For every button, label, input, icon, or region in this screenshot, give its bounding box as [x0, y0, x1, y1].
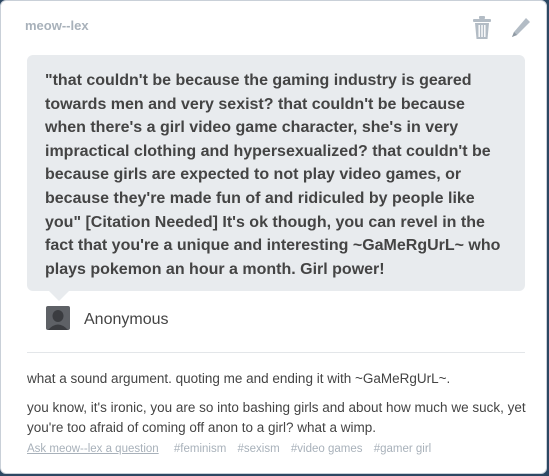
post-username[interactable]: meow--lex — [25, 18, 89, 33]
answer-paragraph: what a sound argument. quoting me and en… — [27, 371, 451, 386]
tag-feminism[interactable]: #feminism — [174, 443, 226, 455]
anonymous-avatar-icon — [46, 306, 70, 330]
bubble-tail — [49, 291, 69, 301]
tag-gamer-girl[interactable]: #gamer girl — [374, 443, 432, 455]
trash-icon[interactable] — [471, 15, 493, 41]
asker-name[interactable]: Anonymous — [84, 311, 169, 329]
answer-paragraph: you know, it's ironic, you are so into b… — [27, 400, 526, 435]
tag-sexism[interactable]: #sexism — [237, 443, 279, 455]
pencil-icon[interactable] — [509, 15, 533, 41]
post-footer: Ask meow--lex a question #feminism #sexi… — [27, 443, 439, 455]
post-card: meow--lex "that couldn't be because the … — [0, 0, 547, 474]
question-bubble: "that couldn't be because the gaming ind… — [27, 55, 525, 291]
tag-video-games[interactable]: #video games — [291, 443, 363, 455]
divider — [27, 352, 525, 353]
question-text: "that couldn't be because the gaming ind… — [45, 72, 501, 278]
ask-question-link[interactable]: Ask meow--lex a question — [27, 443, 159, 455]
